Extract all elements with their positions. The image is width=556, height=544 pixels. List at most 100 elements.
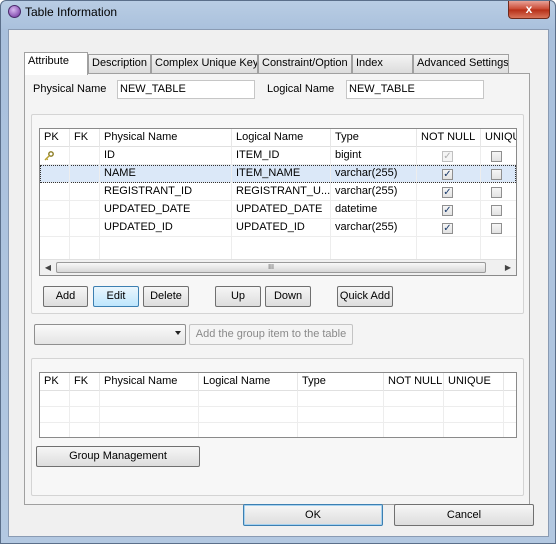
columns-table[interactable]: PK FK Physical Name Logical Name Type NO…: [39, 128, 517, 276]
up-button[interactable]: Up: [215, 286, 261, 307]
tab-constraint-option[interactable]: Constraint/Option: [258, 54, 352, 73]
scroll-right-arrow-icon[interactable]: ▶: [500, 260, 516, 275]
empty-row: [40, 391, 516, 407]
filler-cell: [70, 423, 100, 437]
logical-name-label: Logical Name: [267, 83, 335, 95]
fk-cell: [70, 165, 100, 183]
tab-complex-unique-key[interactable]: Complex Unique Key: [151, 54, 258, 73]
not-null-checkbox[interactable]: ✓: [442, 187, 453, 198]
empty-row: [40, 407, 516, 423]
unique-checkbox[interactable]: [491, 223, 502, 234]
filler-cell: [298, 423, 384, 437]
delete-button[interactable]: Delete: [143, 286, 189, 307]
tab-attribute[interactable]: Attribute: [24, 52, 88, 75]
physical-name-field[interactable]: NEW_TABLE: [117, 80, 255, 99]
filler-cell: [417, 237, 481, 259]
tab-advanced-settings[interactable]: Advanced Settings: [413, 54, 509, 73]
add-group-item-button[interactable]: Add the group item to the table: [189, 324, 353, 345]
pk-cell: [40, 219, 70, 237]
filler-cell: [100, 237, 232, 259]
dialog-body: Attribute Description Complex Unique Key…: [8, 29, 549, 537]
down-button[interactable]: Down: [265, 286, 311, 307]
group-select[interactable]: [34, 324, 186, 345]
filler-cell: [444, 391, 504, 407]
filler-cell: [384, 407, 444, 423]
filler-cell: [40, 423, 70, 437]
logical-name-cell: UPDATED_ID: [232, 219, 331, 237]
not-null-checkbox[interactable]: ✓: [442, 205, 453, 216]
not-null-cell: ✓: [417, 165, 481, 183]
header-fk[interactable]: FK: [70, 129, 100, 147]
not-null-checkbox: ✓: [442, 151, 453, 162]
quick-add-button[interactable]: Quick Add: [337, 286, 393, 307]
cancel-button[interactable]: Cancel: [394, 504, 534, 526]
scroll-thumb[interactable]: III: [56, 262, 486, 273]
window-title: Table Information: [25, 5, 118, 19]
not-null-checkbox[interactable]: ✓: [442, 223, 453, 234]
filler-cell: [444, 423, 504, 437]
header-pk[interactable]: PK: [40, 373, 70, 391]
type-cell: bigint: [331, 147, 417, 165]
filler-cell: [199, 391, 298, 407]
unique-checkbox[interactable]: [491, 187, 502, 198]
empty-row: [40, 423, 516, 437]
filler-cell: [384, 391, 444, 407]
horizontal-scrollbar[interactable]: ◀ III ▶: [40, 259, 516, 275]
header-not-null[interactable]: NOT NULL: [384, 373, 444, 391]
header-fk[interactable]: FK: [70, 373, 100, 391]
edit-button[interactable]: Edit: [93, 286, 139, 307]
filler-cell: [331, 237, 417, 259]
not-null-cell: ✓: [417, 147, 481, 165]
chevron-down-icon: [175, 331, 181, 335]
not-null-checkbox[interactable]: ✓: [442, 169, 453, 180]
table-row[interactable]: UPDATED_ID UPDATED_ID varchar(255) ✓: [40, 219, 516, 237]
filler-cell: [298, 391, 384, 407]
fk-cell: [70, 183, 100, 201]
header-physical-name[interactable]: Physical Name: [100, 129, 232, 147]
key-icon: [44, 151, 54, 161]
group-table-header: PK FK Physical Name Logical Name Type NO…: [40, 373, 516, 391]
add-button[interactable]: Add: [43, 286, 88, 307]
header-physical-name[interactable]: Physical Name: [100, 373, 199, 391]
title-bar[interactable]: Table Information x: [1, 1, 555, 23]
ok-button[interactable]: OK: [243, 504, 383, 526]
logical-name-cell: ITEM_NAME: [232, 165, 331, 183]
unique-checkbox[interactable]: [491, 151, 502, 162]
logical-name-field[interactable]: NEW_TABLE: [346, 80, 484, 99]
unique-checkbox[interactable]: [491, 205, 502, 216]
physical-name-label: Physical Name: [33, 83, 107, 95]
header-pk[interactable]: PK: [40, 129, 70, 147]
not-null-cell: ✓: [417, 219, 481, 237]
filler-cell: [232, 237, 331, 259]
unique-checkbox[interactable]: [491, 169, 502, 180]
fk-cell: [70, 201, 100, 219]
header-unique[interactable]: UNIQU: [481, 129, 516, 147]
group-items-table[interactable]: PK FK Physical Name Logical Name Type NO…: [39, 372, 517, 438]
filler-cell: [298, 407, 384, 423]
tab-description[interactable]: Description: [88, 54, 151, 73]
header-not-null[interactable]: NOT NULL: [417, 129, 481, 147]
tab-index[interactable]: Index: [352, 54, 413, 73]
table-row[interactable]: REGISTRANT_ID REGISTRANT_U... varchar(25…: [40, 183, 516, 201]
columns-group: PK FK Physical Name Logical Name Type NO…: [31, 114, 524, 314]
header-logical-name[interactable]: Logical Name: [199, 373, 298, 391]
table-row[interactable]: UPDATED_DATE UPDATED_DATE datetime ✓: [40, 201, 516, 219]
unique-cell: [481, 201, 516, 219]
group-management-button[interactable]: Group Management: [36, 446, 200, 467]
filler-cell: [100, 423, 199, 437]
not-null-cell: ✓: [417, 183, 481, 201]
physical-name-cell: REGISTRANT_ID: [100, 183, 232, 201]
header-unique[interactable]: UNIQUE: [444, 373, 504, 391]
close-button[interactable]: x: [508, 1, 550, 19]
empty-row: [40, 237, 516, 259]
unique-cell: [481, 147, 516, 165]
table-row[interactable]: ID ITEM_ID bigint ✓: [40, 147, 516, 165]
filler-cell: [70, 407, 100, 423]
pk-cell: [40, 147, 70, 165]
header-logical-name[interactable]: Logical Name: [232, 129, 331, 147]
table-row[interactable]: NAME ITEM_NAME varchar(255) ✓: [40, 165, 516, 183]
scroll-left-arrow-icon[interactable]: ◀: [40, 260, 56, 275]
physical-name-cell: UPDATED_ID: [100, 219, 232, 237]
header-type[interactable]: Type: [298, 373, 384, 391]
header-type[interactable]: Type: [331, 129, 417, 147]
